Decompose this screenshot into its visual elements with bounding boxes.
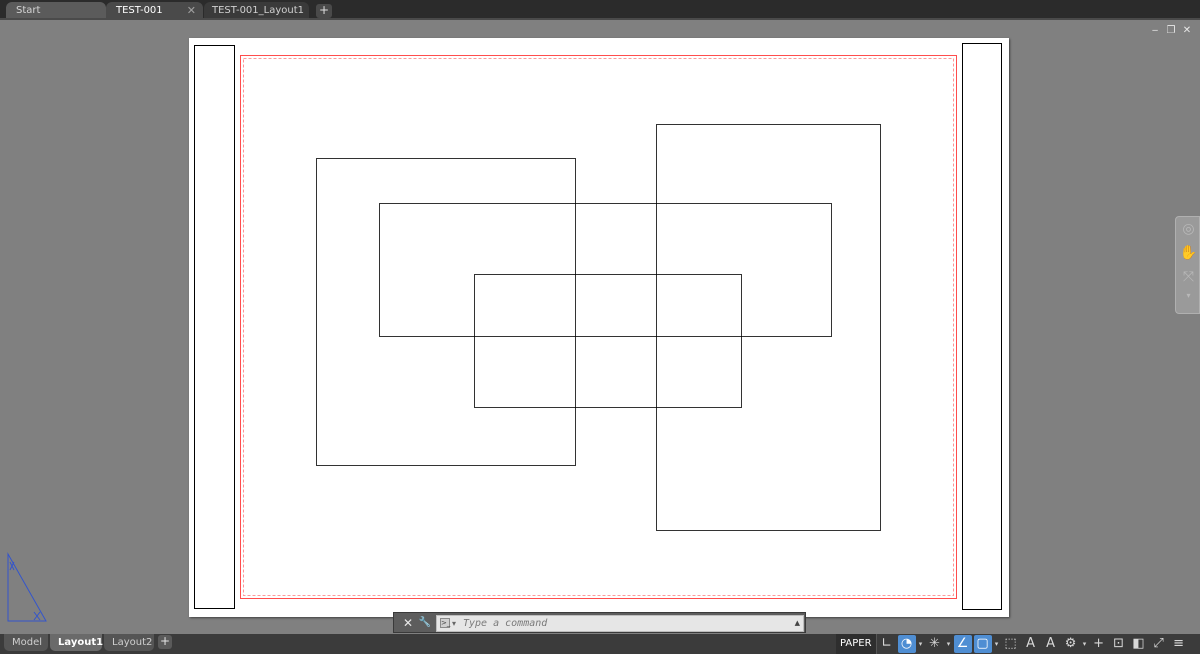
paper-sheet[interactable] xyxy=(189,38,1009,617)
history-caret-icon[interactable]: ▲ xyxy=(795,616,800,631)
chevron-down-icon[interactable]: ▾ xyxy=(1176,289,1200,303)
gear-icon[interactable]: ⚙ xyxy=(1062,635,1080,653)
angle-icon[interactable]: ∠ xyxy=(953,635,972,653)
units-icon[interactable]: ⊡ xyxy=(1110,635,1128,653)
tab-layout2[interactable]: Layout2 xyxy=(104,634,154,651)
polar-icon[interactable]: ◔ xyxy=(897,635,916,653)
rectangle-2[interactable] xyxy=(656,124,881,531)
pan-hand-icon[interactable]: ✋ xyxy=(1176,241,1200,265)
status-tools: PAPER ∟ ◔ ▾ ✳ ▾ ∠ ▢ ▾ ⬚ A A ⚙ ▾ + ⊡ ◧ ⤢ … xyxy=(836,634,1189,654)
tab-model[interactable]: Model xyxy=(4,634,48,651)
osnap-track-icon[interactable]: ✳ xyxy=(926,635,944,653)
new-tab-button[interactable]: + xyxy=(316,4,332,18)
paper-space-button[interactable]: PAPER xyxy=(836,634,877,654)
plus-icon[interactable]: + xyxy=(1090,635,1108,653)
chevron-down-icon[interactable]: ▾ xyxy=(993,635,1001,653)
grid-icon[interactable]: ∟ xyxy=(878,635,896,653)
navigation-bar: ◎ ✋ ⤧ ▾ xyxy=(1175,216,1200,314)
steering-wheel-icon[interactable]: ◎ xyxy=(1176,217,1200,241)
right-panel-rect xyxy=(962,43,1002,610)
menu-icon[interactable]: ≡ xyxy=(1170,635,1188,653)
annotation-scale-icon[interactable]: A xyxy=(1022,635,1040,653)
tab-layout1[interactable]: Layout1 xyxy=(50,634,103,651)
command-prompt-icon[interactable]: >_ xyxy=(440,618,450,628)
rectangle-4[interactable] xyxy=(474,274,742,408)
left-panel-rect xyxy=(194,45,235,609)
chevron-down-icon[interactable]: ▾ xyxy=(917,635,925,653)
restore-icon[interactable]: ❐ xyxy=(1166,26,1176,36)
zoom-extents-icon[interactable]: ⤧ xyxy=(1176,265,1200,289)
command-input-box[interactable]: >_ ▾ ▲ xyxy=(436,615,804,632)
tab-start-label: Start xyxy=(16,5,41,16)
status-bar: Model Layout1 Layout2 + PAPER ∟ ◔ ▾ ✳ ▾ … xyxy=(0,634,1200,654)
wrench-icon[interactable]: 🔧 xyxy=(417,615,433,631)
add-layout-button[interactable]: + xyxy=(158,635,172,649)
annotation-visibility-icon[interactable]: A xyxy=(1042,635,1060,653)
command-input[interactable] xyxy=(463,616,783,631)
chevron-down-icon[interactable]: ▾ xyxy=(452,616,456,631)
ucs-icon xyxy=(7,552,47,622)
chevron-down-icon[interactable]: ▾ xyxy=(945,635,953,653)
rectangle-3[interactable] xyxy=(379,203,832,337)
minimize-icon[interactable]: ‒ xyxy=(1150,26,1160,36)
margin-inner xyxy=(243,58,954,596)
fullscreen-icon[interactable]: ⤢ xyxy=(1150,635,1168,653)
window-controls: ‒ ❐ ✕ xyxy=(1150,26,1192,36)
close-icon[interactable]: ✕ xyxy=(400,615,416,631)
rectangle-1[interactable] xyxy=(316,158,576,466)
chevron-down-icon[interactable]: ▾ xyxy=(1081,635,1089,653)
snap-object-icon[interactable]: ▢ xyxy=(973,635,992,653)
tab-bar-divider xyxy=(0,18,1200,20)
drawing-canvas[interactable] xyxy=(189,38,1009,617)
tab-test-001-label: TEST-001 xyxy=(116,5,163,16)
file-tab-bar: Start TEST-001 ✕ TEST-001_Layout1 + xyxy=(0,0,1200,20)
isolate-icon[interactable]: ◧ xyxy=(1130,635,1148,653)
command-line: ✕ 🔧 >_ ▾ ▲ xyxy=(393,612,806,633)
tab-layout-label: TEST-001_Layout1 xyxy=(212,5,305,16)
selection-cycling-icon[interactable]: ⬚ xyxy=(1002,635,1020,653)
close-window-icon[interactable]: ✕ xyxy=(1182,26,1192,36)
margin-outer xyxy=(240,55,957,599)
